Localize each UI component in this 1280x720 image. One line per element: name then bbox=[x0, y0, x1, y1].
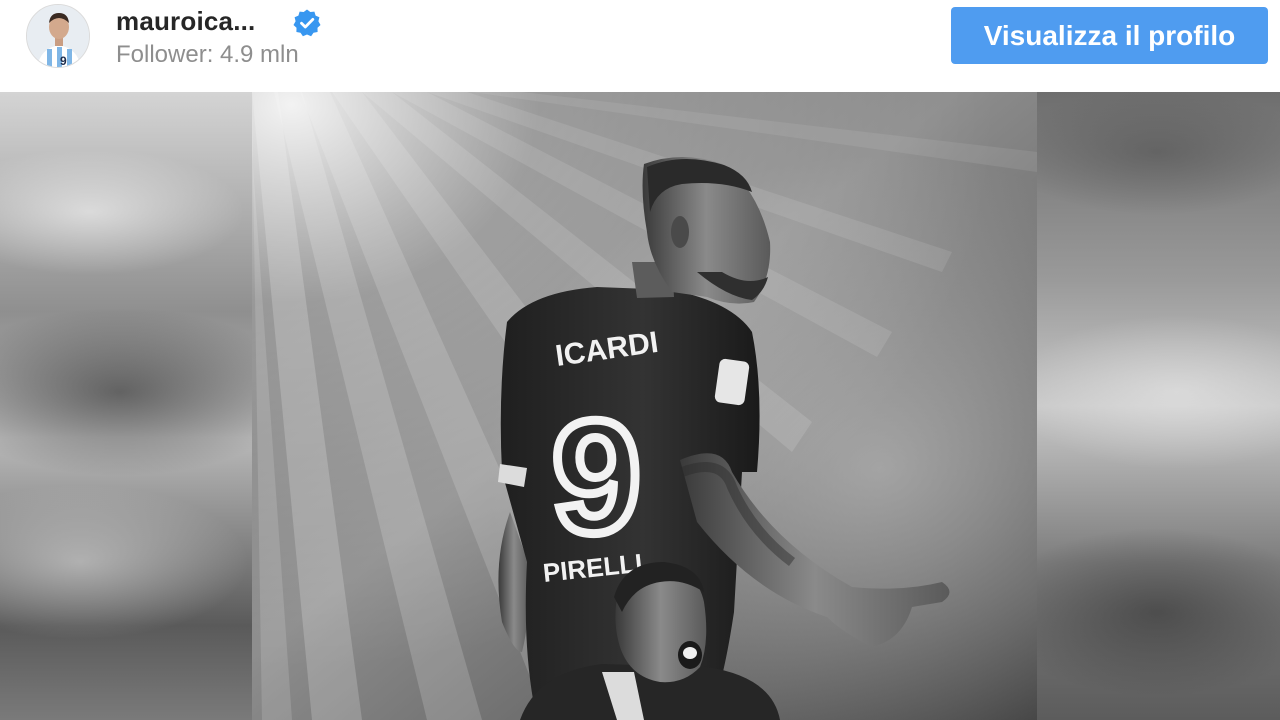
blurred-background-left bbox=[0, 92, 252, 720]
verified-badge-icon bbox=[293, 9, 321, 37]
avatar-image: 9 bbox=[27, 5, 89, 68]
username[interactable]: mauroica... bbox=[116, 6, 255, 37]
svg-text:9: 9 bbox=[60, 54, 67, 68]
post-image[interactable]: ICARDI 9 PIRELLI bbox=[252, 92, 1037, 720]
follower-count: Follower: 4.9 mln bbox=[116, 41, 299, 68]
avatar[interactable]: 9 bbox=[26, 4, 90, 68]
blurred-background-right bbox=[1037, 92, 1280, 720]
view-profile-button[interactable]: Visualizza il profilo bbox=[951, 7, 1268, 64]
jersey-number: 9 bbox=[552, 387, 641, 566]
post-header: 9 mauroica... Follower: 4.9 mln Visualiz… bbox=[0, 0, 1280, 92]
league-patch bbox=[714, 358, 750, 406]
post-media: ICARDI 9 PIRELLI bbox=[0, 92, 1280, 720]
